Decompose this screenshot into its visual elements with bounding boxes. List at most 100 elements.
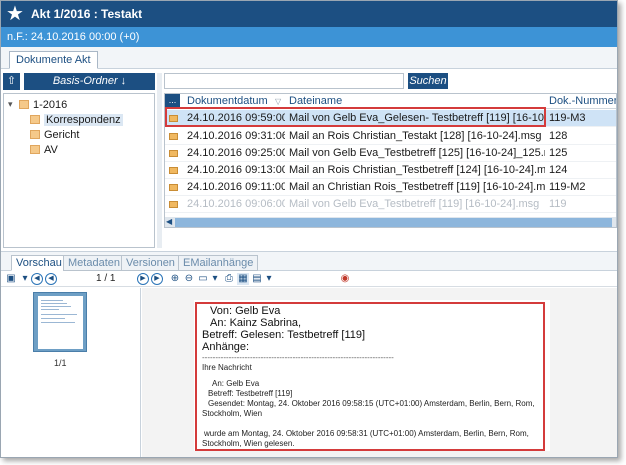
cell-date: 24.10.2016 09:25:00 [187, 147, 285, 159]
basis-folder-button[interactable]: Basis-Ordner ↓ [24, 73, 155, 90]
tab-documents[interactable]: Dokumente Akt [9, 51, 98, 69]
tree-node-label: Gericht [44, 128, 80, 141]
cell-name: Mail an Christian Rois_Testbetreff [119]… [289, 181, 545, 193]
thumbnail-line [41, 309, 59, 310]
mail-body-read: wurde am Montag, 24. Oktober 2016 09:58:… [204, 429, 529, 438]
cell-date: 24.10.2016 09:59:00 [187, 112, 285, 124]
tab-attachments[interactable]: EMailanhänge [178, 255, 259, 271]
layout-view-icon[interactable]: ▦ [237, 273, 249, 285]
cell-number: 128 [549, 130, 568, 142]
folder-panel: ⇧ Basis-Ordner ↓ ▾ 1-2016 Korrespondenz … [3, 73, 155, 248]
cell-date: 24.10.2016 09:11:00 [187, 181, 285, 193]
tab-versions[interactable]: Versionen [121, 255, 180, 271]
table-row[interactable]: 24.10.2016 09:11:00 Mail an Christian Ro… [165, 179, 616, 196]
cell-name: Mail von Gelb Eva_Testbetreff [125] [16-… [289, 147, 545, 159]
dropdown-icon[interactable]: ▾ [19, 273, 31, 285]
first-page-icon[interactable]: ◀ [45, 273, 57, 285]
column-header-date[interactable]: Dokumentdatum [187, 94, 268, 109]
cell-date: 24.10.2016 09:31:06 [187, 130, 285, 142]
table-row[interactable]: 24.10.2016 09:31:06 Mail an Rois Christi… [165, 128, 616, 145]
scroll-left-icon[interactable]: ◀ [166, 217, 172, 226]
window-title: Akt 1/2016 : Testakt [31, 7, 143, 21]
folder-icon [30, 130, 40, 139]
previous-page-icon[interactable]: ◀ [31, 273, 43, 285]
tab-preview[interactable]: Vorschau [11, 255, 67, 271]
cell-number: 125 [549, 147, 568, 159]
thumbnail-line [41, 303, 67, 304]
preview-tab-row: Vorschau Metadaten Versionen EMailanhäng… [1, 251, 617, 271]
mail-body-sent: Gesendet: Montag, 24. Oktober 2016 09:58… [208, 399, 535, 408]
tab-row: Dokumente Akt [1, 47, 617, 69]
mail-file-icon [169, 115, 178, 122]
eye-icon[interactable]: ◉ [339, 273, 351, 285]
thumbnail-line [41, 322, 75, 323]
scrollbar-thumb[interactable] [175, 218, 612, 227]
title-bar: ★ Akt 1/2016 : Testakt [1, 1, 617, 27]
tree-node-label: 1-2016 [33, 98, 68, 111]
thumbnail-line [41, 300, 63, 301]
mail-file-icon [169, 201, 178, 208]
thumbnail-label: 1/1 [54, 358, 67, 368]
tree-node-root[interactable]: ▾ 1-2016 [8, 97, 67, 112]
thumbnail-line [41, 314, 77, 315]
folder-icon [30, 115, 40, 124]
table-row[interactable]: 24.10.2016 09:25:00 Mail von Gelb Eva_Te… [165, 145, 616, 162]
save-icon[interactable]: ▣ [5, 273, 17, 285]
dropdown-icon[interactable]: ▾ [209, 273, 221, 285]
mail-body-title: Ihre Nachricht [202, 363, 252, 372]
mail-separator: ----------------------------------------… [202, 353, 394, 362]
page-view-icon[interactable]: ▤ [251, 273, 263, 285]
mail-body-read-cont: Stockholm, Wien gelesen. [202, 439, 295, 448]
folder-icon [19, 100, 29, 109]
mail-body-to: An: Gelb Eva [212, 379, 260, 388]
mail-to: An: Kainz Sabrina, [210, 317, 302, 329]
page-counter: 1 / 1 [96, 273, 116, 284]
horizontal-scrollbar[interactable]: ◀ [165, 217, 616, 227]
document-grid: ... Dokumentdatum ▽ Dateiname Dok.-Numme… [164, 93, 617, 228]
column-header-number[interactable]: Dok.-Nummer [549, 94, 616, 109]
back-arrow-icon[interactable]: ⇧ [3, 73, 20, 90]
expand-icon[interactable]: ▾ [8, 99, 17, 110]
tree-node-av[interactable]: AV [30, 142, 58, 157]
mail-body-sent-cont: Stockholm, Wien [202, 409, 263, 418]
table-row[interactable]: 24.10.2016 09:13:00 Mail an Rois Christi… [165, 162, 616, 179]
print-icon[interactable]: ⎙ [223, 273, 235, 285]
table-row[interactable]: 24.10.2016 09:59:00 Mail von Gelb Eva_Ge… [165, 110, 616, 127]
star-icon[interactable]: ★ [4, 3, 26, 25]
next-page-icon[interactable]: ▶ [137, 273, 149, 285]
thumbnail-panel: 1/1 [1, 288, 141, 457]
column-header-name[interactable]: Dateiname [289, 94, 342, 109]
tree-node-gericht[interactable]: Gericht [30, 127, 79, 142]
search-input[interactable] [164, 73, 404, 89]
last-page-icon[interactable]: ▶ [151, 273, 163, 285]
search-button[interactable]: Suchen [408, 73, 448, 89]
table-row[interactable]: 24.10.2016 09:06:00 Mail von Gelb Eva_Te… [165, 196, 616, 213]
page-thumbnail[interactable] [33, 292, 87, 352]
column-chooser-button[interactable]: ... [165, 94, 180, 109]
fit-page-icon[interactable]: ▭ [197, 273, 209, 285]
mail-attachments: Anhänge: [202, 341, 250, 353]
cell-date: 24.10.2016 09:13:00 [187, 164, 285, 176]
sort-indicator-icon: ▽ [275, 97, 282, 106]
tree-node-label: Korrespondenz [44, 113, 123, 126]
cell-name: Mail von Gelb Eva_Gelesen- Testbetreff [… [289, 112, 545, 124]
mail-file-icon [169, 184, 178, 191]
zoom-in-icon[interactable]: ⊕ [169, 273, 181, 285]
cell-date: 24.10.2016 09:06:00 [187, 198, 285, 210]
cell-name: Mail an Rois Christian_Testakt [128] [16… [289, 130, 542, 142]
thumbnail-line [41, 306, 71, 307]
cell-number: 119-M3 [549, 112, 586, 124]
folder-toolbar: ⇧ Basis-Ordner ↓ [3, 73, 155, 91]
mail-from: Von: Gelb Eva [210, 305, 281, 317]
preview-toolbar: ▣ ▾ ◀ ◀ 1 / 1 ▶ ▶ ⊕ ⊖ ▭ ▾ ⎙ ▦ ▤ ▾ ◉ [1, 271, 617, 287]
subtitle-bar: n.F.: 24.10.2016 00:00 (+0) [1, 27, 617, 47]
mail-file-icon [169, 167, 178, 174]
document-list-panel: Suchen ... Dokumentdatum ▽ Dateiname Dok… [164, 73, 617, 248]
tab-metadata[interactable]: Metadaten [63, 255, 125, 271]
mail-spacer [202, 419, 542, 429]
splitter[interactable] [157, 73, 162, 248]
zoom-out-icon[interactable]: ⊖ [183, 273, 195, 285]
dropdown-icon[interactable]: ▾ [263, 273, 275, 285]
cell-number: 124 [549, 164, 568, 176]
tree-node-korrespondenz[interactable]: Korrespondenz [30, 112, 123, 127]
